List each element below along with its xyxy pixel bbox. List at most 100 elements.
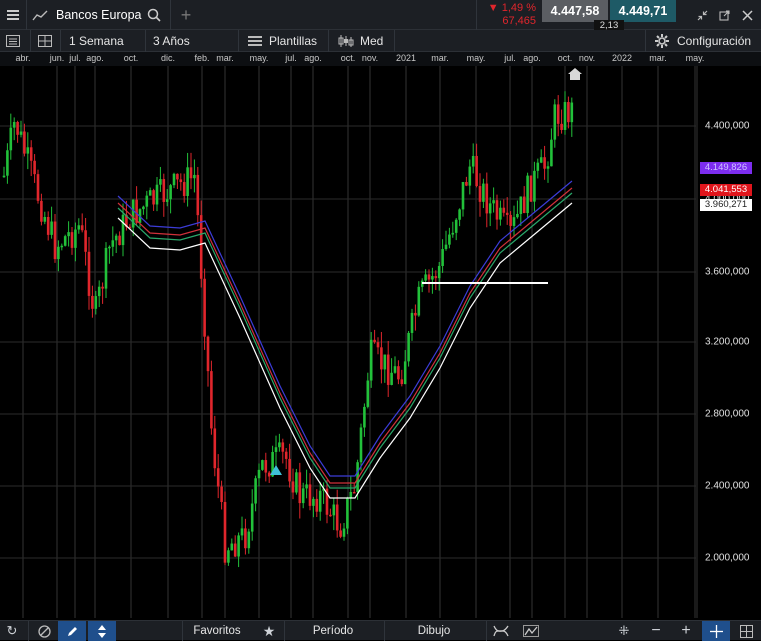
close-icon[interactable] <box>737 0 757 30</box>
hamburger-icon[interactable] <box>0 0 26 30</box>
candle-body <box>359 427 363 463</box>
candle-body <box>512 217 516 226</box>
candle-body <box>509 214 512 226</box>
drawing-button[interactable]: Dibujo <box>384 621 484 641</box>
chart-canvas[interactable] <box>0 66 761 618</box>
candle-body <box>210 371 213 429</box>
candle-body <box>91 295 94 309</box>
pencil-icon[interactable] <box>58 621 86 641</box>
home-marker-icon[interactable] <box>568 68 582 83</box>
candle-body <box>108 246 111 249</box>
period-button[interactable]: Período <box>284 621 382 641</box>
templates-icon <box>248 36 262 46</box>
candle-body <box>142 206 145 210</box>
candle-body <box>148 190 152 196</box>
candle-body <box>288 458 291 482</box>
range-selector[interactable]: 3 Años <box>153 30 190 52</box>
crosshair-small-icon[interactable]: ⁜ <box>612 621 636 641</box>
candle-body <box>2 175 6 178</box>
candle-body <box>543 157 546 169</box>
time-axis-label: jul. <box>69 53 81 63</box>
candle-body <box>74 229 77 248</box>
candle-body <box>165 199 169 202</box>
candle-body <box>369 339 373 381</box>
price-axis-label: 3.600,000 <box>705 266 750 278</box>
time-axis-label: oct. <box>123 53 139 63</box>
add-tab-button[interactable]: + <box>176 0 196 30</box>
price-axis-label: 2.000,000 <box>705 552 750 564</box>
candle-body <box>407 332 410 362</box>
candle-body <box>244 528 247 549</box>
search-icon[interactable] <box>144 0 164 30</box>
time-axis-label: jul. <box>285 53 297 63</box>
candle-body <box>342 528 346 537</box>
price-chart[interactable]: 4.400,0004.000,0003.600,0003.200,0002.80… <box>0 66 761 618</box>
candle-body <box>278 442 281 448</box>
candle-body <box>220 486 223 502</box>
candle-body <box>281 442 285 452</box>
event-marker-icon[interactable] <box>270 464 282 478</box>
sell-price-button[interactable]: 4.447,58 <box>542 0 608 22</box>
candle-body <box>261 460 264 470</box>
refresh-icon[interactable]: ↻ <box>0 621 24 641</box>
price-axis-label: 2.400,000 <box>705 480 750 492</box>
candle-body <box>36 174 40 201</box>
candle-body <box>539 157 543 163</box>
grid-view-icon[interactable] <box>733 621 759 641</box>
templates-label: Plantillas <box>269 34 318 48</box>
candle-body <box>315 498 319 512</box>
candle-body <box>488 203 492 214</box>
candle-body <box>50 221 53 235</box>
candle-body <box>550 139 553 167</box>
list-icon[interactable] <box>6 30 20 52</box>
candle-body <box>376 342 380 348</box>
candle-body <box>70 232 74 248</box>
time-axis-label: nov. <box>361 53 379 63</box>
candle-body <box>468 166 472 186</box>
candle-body <box>383 354 387 370</box>
candle-body <box>186 167 189 196</box>
zoom-in-icon[interactable]: + <box>674 621 698 641</box>
candle-body <box>437 266 441 279</box>
settings-button[interactable]: Configuración <box>655 30 751 52</box>
chart-type-button[interactable]: Med <box>338 30 383 52</box>
candle-body <box>227 550 230 563</box>
candle-body <box>77 225 81 230</box>
candle-body <box>546 166 550 169</box>
candle-body <box>529 175 533 202</box>
candle-body <box>172 173 176 186</box>
shrink-icon[interactable] <box>692 0 712 30</box>
sort-arrows-icon[interactable] <box>88 621 116 641</box>
candle-body <box>19 131 23 135</box>
instrument-tab[interactable]: Bancos Europa <box>32 0 162 30</box>
candle-body <box>53 221 57 260</box>
time-axis-label: ago. <box>304 53 322 63</box>
star-icon[interactable]: ★ <box>256 621 282 641</box>
popout-icon[interactable] <box>714 0 734 30</box>
candle-body <box>516 213 519 218</box>
candle-body <box>284 451 288 459</box>
indicator-tool-icon[interactable] <box>518 621 544 641</box>
candle-body <box>60 245 64 248</box>
candle-body <box>87 251 91 296</box>
buy-price-button[interactable]: 4.449,71 <box>610 0 676 22</box>
time-axis-label: mar. <box>431 53 449 63</box>
candle-body <box>349 491 353 498</box>
candle-body <box>533 170 536 202</box>
candle-body <box>233 543 237 557</box>
layout-grid-icon[interactable] <box>38 30 52 52</box>
time-axis-label: ago. <box>86 53 104 63</box>
no-entry-icon[interactable] <box>32 621 56 641</box>
favorites-button[interactable]: Favoritos <box>182 621 252 641</box>
curve-tool-icon[interactable] <box>488 621 514 641</box>
candle-body <box>444 244 448 250</box>
crosshair-icon[interactable] <box>702 621 730 641</box>
time-axis-label: may. <box>685 53 705 63</box>
zoom-out-icon[interactable]: − <box>644 621 668 641</box>
period-selector[interactable]: 1 Semana <box>69 30 124 52</box>
candle-body <box>427 274 431 280</box>
templates-button[interactable]: Plantillas <box>248 30 317 52</box>
time-axis-label: jun. <box>49 53 65 63</box>
line-chart-icon <box>32 10 48 21</box>
change-box: ▼ 1,49 % 67,465 <box>478 0 540 30</box>
